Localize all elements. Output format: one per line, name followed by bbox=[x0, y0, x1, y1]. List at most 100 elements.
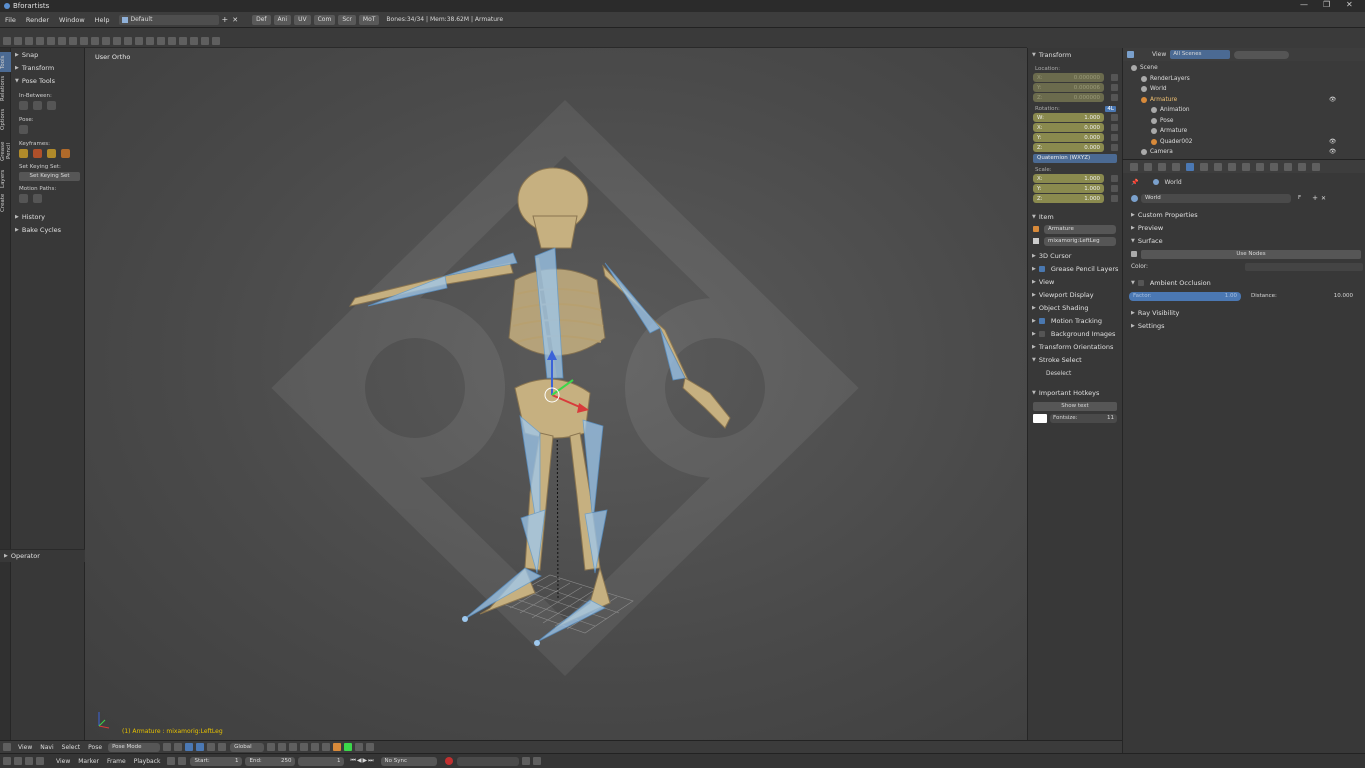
panel-settings[interactable]: ▶ Settings bbox=[1123, 319, 1365, 332]
fake-user-toggle[interactable]: F bbox=[1298, 195, 1301, 201]
outliner-row-pose[interactable]: Pose bbox=[1123, 116, 1365, 127]
keying-set-field[interactable] bbox=[456, 756, 519, 766]
outliner-row-animation[interactable]: Animation bbox=[1123, 105, 1365, 116]
outliner-row-quader002[interactable]: Quader002 👁 bbox=[1123, 137, 1365, 148]
tab-layers[interactable]: Layers bbox=[0, 168, 11, 190]
object-tab-icon[interactable] bbox=[1200, 162, 1208, 171]
object-name-field[interactable]: Armature bbox=[1044, 224, 1116, 234]
timeline-filter-icon[interactable] bbox=[36, 757, 44, 765]
panel-pose-tools[interactable]: ▼ Pose Tools bbox=[11, 74, 84, 87]
pin-icon[interactable]: 📌 bbox=[1131, 179, 1138, 186]
outliner-row-scene[interactable]: Scene bbox=[1123, 63, 1365, 74]
new-world-icon[interactable]: + bbox=[1312, 194, 1318, 202]
panel-surface[interactable]: ▼ Surface bbox=[1123, 234, 1365, 247]
location-z-field[interactable]: Z: 0.000000 bbox=[1033, 93, 1118, 102]
panel-item[interactable]: ▼ Item bbox=[1028, 210, 1122, 223]
align-right-icon[interactable] bbox=[157, 36, 165, 45]
auto-key-icon[interactable] bbox=[311, 743, 320, 751]
panel-snap[interactable]: ▶ Snap bbox=[11, 48, 84, 61]
panel-transform[interactable]: ▶ Transform bbox=[11, 61, 84, 74]
data-tab-icon[interactable] bbox=[1228, 162, 1236, 171]
clear-path-icon[interactable] bbox=[33, 194, 42, 203]
opengl-render-icon[interactable] bbox=[366, 743, 375, 751]
remove-layout-icon[interactable]: ✕ bbox=[232, 16, 238, 24]
layout-selector[interactable]: Default bbox=[118, 14, 219, 25]
show-text-button[interactable]: Show text bbox=[1033, 402, 1117, 411]
snap-icon[interactable] bbox=[190, 36, 198, 45]
render-preview-icon[interactable] bbox=[355, 743, 364, 751]
rotate-icon[interactable] bbox=[113, 36, 121, 45]
visibility-eye-icon[interactable]: 👁 bbox=[1329, 139, 1336, 145]
paste-flipped-icon[interactable] bbox=[344, 743, 353, 751]
panel-important-hotkeys[interactable]: ▼ Important Hotkeys bbox=[1028, 386, 1122, 399]
layers-tab-icon[interactable] bbox=[1158, 162, 1166, 171]
proportional-icon[interactable] bbox=[201, 36, 209, 45]
set-keying-set-button[interactable]: Set Keying Set bbox=[19, 172, 80, 181]
color-swatch[interactable] bbox=[1033, 413, 1047, 423]
rotation-w-field[interactable]: W: 1.000 bbox=[1033, 113, 1118, 122]
timeline-menu-marker[interactable]: Marker bbox=[74, 758, 103, 765]
panel-transform-orientations[interactable]: ▶ Transform Orientations bbox=[1028, 340, 1122, 353]
push-pose-icon[interactable] bbox=[19, 101, 28, 110]
mode-select[interactable]: Pose Mode bbox=[108, 742, 161, 752]
insert-key-icon[interactable] bbox=[521, 757, 530, 765]
visibility-eye-icon[interactable]: 👁 bbox=[1329, 97, 1336, 103]
scale-icon[interactable] bbox=[124, 36, 132, 45]
copy-pose-icon[interactable] bbox=[19, 125, 28, 134]
panel-ray-visibility[interactable]: ▶ Ray Visibility bbox=[1123, 306, 1365, 319]
select-icon[interactable] bbox=[91, 36, 99, 45]
render-tab-icon[interactable] bbox=[1144, 162, 1152, 171]
panel-viewport-display[interactable]: ▶ Viewport Display bbox=[1028, 288, 1122, 301]
properties-editor-icon[interactable] bbox=[1130, 162, 1138, 171]
physics-tab-icon[interactable] bbox=[1312, 162, 1320, 171]
start-frame-field[interactable]: Start: 1 bbox=[190, 756, 243, 766]
ambient-occlusion-checkbox[interactable] bbox=[1137, 279, 1144, 286]
panel-operator[interactable]: ▶ Operator bbox=[0, 549, 85, 562]
grease-pencil-checkbox[interactable] bbox=[1038, 265, 1045, 272]
lock-icon[interactable] bbox=[1111, 74, 1118, 81]
end-frame-field[interactable]: End: 250 bbox=[245, 756, 296, 766]
lock-icon[interactable] bbox=[1111, 144, 1118, 151]
rotation-mode-select[interactable]: Quaternion (WXYZ) bbox=[1033, 154, 1117, 163]
lock-icon[interactable] bbox=[1111, 124, 1118, 131]
maximize-button[interactable]: ❐ bbox=[1323, 0, 1330, 9]
background-images-checkbox[interactable] bbox=[1038, 330, 1045, 337]
scale-manipulator-icon[interactable] bbox=[218, 743, 227, 751]
timeline-editor-icon[interactable] bbox=[3, 757, 11, 765]
undo-icon[interactable] bbox=[69, 36, 77, 45]
location-y-field[interactable]: Y: 0.000006 bbox=[1033, 83, 1118, 92]
workspace-tab-mot[interactable]: MoT bbox=[358, 14, 380, 25]
world-name-field[interactable]: World bbox=[1141, 193, 1291, 203]
workspace-tab-com[interactable]: Com bbox=[313, 14, 336, 25]
panel-motion-tracking[interactable]: ▶ Motion Tracking bbox=[1028, 314, 1122, 327]
tab-grease-pencil[interactable]: Grease Pencil bbox=[0, 136, 12, 166]
sync-select[interactable]: No Sync bbox=[380, 756, 437, 766]
workspace-tab-ani[interactable]: Ani bbox=[273, 14, 292, 25]
list-icon[interactable] bbox=[14, 36, 22, 45]
align-left-icon[interactable] bbox=[135, 36, 143, 45]
open-file-icon[interactable] bbox=[36, 36, 44, 45]
texture-tab-icon[interactable] bbox=[1284, 162, 1292, 171]
panel-view[interactable]: ▶ View bbox=[1028, 275, 1122, 288]
material-tab-icon[interactable] bbox=[1270, 162, 1278, 171]
new-file-icon[interactable] bbox=[25, 36, 33, 45]
calculate-path-icon[interactable] bbox=[19, 194, 28, 203]
panel-grease-pencil-layers[interactable]: ▶ Grease Pencil Layers bbox=[1028, 262, 1122, 275]
grab-icon[interactable] bbox=[102, 36, 110, 45]
location-x-field[interactable]: X: 0.000000 bbox=[1033, 73, 1118, 82]
insert-keyframe-icon[interactable] bbox=[19, 149, 28, 158]
tab-relations[interactable]: Relations bbox=[0, 74, 11, 102]
playback-controls[interactable]: ⏮◀▶⏭ bbox=[350, 757, 374, 765]
panel-stroke-select[interactable]: ▼ Stroke Select bbox=[1028, 353, 1122, 366]
lock-icon[interactable] bbox=[1111, 175, 1118, 182]
copy-pose-header-icon[interactable] bbox=[322, 743, 331, 751]
current-frame-field[interactable]: 1 bbox=[298, 756, 345, 766]
panel-background-images[interactable]: ▶ Background Images bbox=[1028, 327, 1122, 340]
ao-factor-field[interactable]: Factor: 1.00 bbox=[1129, 291, 1241, 301]
tab-create[interactable]: Create bbox=[0, 192, 11, 214]
pose-lib-icon[interactable] bbox=[289, 743, 298, 751]
bone-name-field[interactable]: mixamorig:LeftLeg bbox=[1044, 236, 1116, 246]
constraints-tab-icon[interactable] bbox=[1214, 162, 1222, 171]
outliner-row-armature[interactable]: Armature 👁 bbox=[1123, 95, 1365, 106]
world-tab-icon[interactable] bbox=[1186, 162, 1194, 171]
